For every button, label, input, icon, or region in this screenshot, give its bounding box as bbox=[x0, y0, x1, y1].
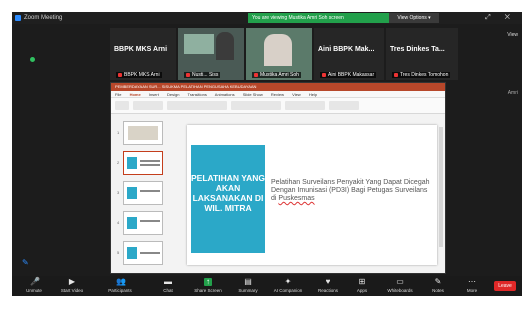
paste-button[interactable] bbox=[115, 101, 129, 110]
share-screen-button[interactable]: ↑ Share Screen bbox=[188, 277, 228, 294]
leave-button[interactable]: Leave bbox=[494, 281, 516, 291]
summary-icon: ▤ bbox=[244, 277, 252, 286]
participant-name: Aini BBPK Mak... bbox=[318, 46, 375, 53]
slide-thumbnails: 1 2 3 4 5 bbox=[115, 117, 167, 272]
slide-thumbnail[interactable]: 3 bbox=[117, 181, 163, 205]
tab-insert[interactable]: Insert bbox=[149, 92, 159, 97]
participants-button[interactable]: 👥 Participants bbox=[100, 277, 140, 294]
more-button[interactable]: ⋯ More bbox=[452, 277, 492, 294]
side-name: Amri bbox=[507, 90, 518, 96]
slide-thumbnail-selected[interactable]: 2 bbox=[117, 151, 163, 175]
viewing-banner: You are viewing Mustika Amri Soh screen bbox=[248, 13, 391, 23]
participant-name: BBPK MKS Arni bbox=[114, 46, 168, 53]
slide-underlined-word: Puskesmas bbox=[278, 195, 315, 202]
mic-icon: 🎤 bbox=[30, 277, 40, 286]
participant-tile[interactable]: Mustika Amri Soh bbox=[246, 28, 312, 80]
tab-animations[interactable]: Animations bbox=[215, 92, 235, 97]
font-group[interactable] bbox=[167, 101, 227, 110]
tab-design[interactable]: Design bbox=[167, 92, 179, 97]
slides-group[interactable] bbox=[133, 101, 163, 110]
participant-tile[interactable]: Tres Dinkes Ta... Tres Dinkes Tomohon bbox=[386, 28, 458, 80]
chat-button[interactable]: ▬ Chat bbox=[148, 277, 188, 294]
chat-icon: ▬ bbox=[164, 277, 172, 286]
paragraph-group[interactable] bbox=[231, 101, 281, 110]
status-dot-icon bbox=[30, 57, 35, 62]
participant-video bbox=[264, 34, 292, 66]
participant-label: Nusti... Siss bbox=[192, 72, 219, 78]
start-video-button[interactable]: ▶ Start Video bbox=[52, 277, 92, 294]
more-icon: ⋯ bbox=[468, 277, 476, 286]
participant-video bbox=[216, 32, 234, 60]
shared-screen[interactable]: PEMBERDAYAAN SUR... SISUKMA PELATIHAN PE… bbox=[110, 82, 446, 274]
notes-icon: ✎ bbox=[434, 277, 442, 286]
participant-tile[interactable]: Nusti... Siss bbox=[178, 28, 244, 80]
summary-button[interactable]: ▤ Summary bbox=[228, 277, 268, 294]
participant-name: Tres Dinkes Ta... bbox=[390, 46, 445, 53]
tab-transitions[interactable]: Transitions bbox=[187, 92, 206, 97]
unmute-button[interactable]: 🎤 Unmute bbox=[14, 277, 54, 294]
slide-thumbnail[interactable]: 5 bbox=[117, 241, 163, 265]
slide-body-text: Pelatihan Surveilans Penyakit Yang Dapat… bbox=[271, 179, 430, 202]
window-controls[interactable]: ⤢ ✕ bbox=[485, 12, 516, 24]
ppt-title-bar: PEMBERDAYAAN SUR... SISUKMA PELATIHAN PE… bbox=[111, 83, 445, 91]
tab-review[interactable]: Review bbox=[271, 92, 284, 97]
participant-label: Mustika Amri Soh bbox=[260, 72, 299, 78]
tab-view[interactable]: View bbox=[292, 92, 301, 97]
participant-tile[interactable]: BBPK MKS Arni BBPK MKS Arni bbox=[110, 28, 176, 80]
view-options-button[interactable]: View Options ▾ bbox=[389, 13, 439, 23]
mic-muted-icon bbox=[186, 72, 190, 77]
drawing-group[interactable] bbox=[285, 101, 325, 110]
camera-icon: ▶ bbox=[68, 277, 76, 286]
participant-tile[interactable]: Aini BBPK Mak... Aini BBPK Makassar bbox=[314, 28, 384, 80]
heart-icon: ♥ bbox=[325, 277, 331, 286]
slide-thumbnail[interactable]: 4 bbox=[117, 211, 163, 235]
whiteboards-button[interactable]: ▭ Whiteboards bbox=[380, 277, 420, 294]
slide-thumbnail[interactable]: 1 bbox=[117, 121, 163, 145]
participant-label: Tres Dinkes Tomohon bbox=[400, 72, 449, 78]
window-title: Zoom Meeting bbox=[24, 15, 63, 21]
slide-canvas[interactable]: PELATIHAN YANG AKAN LAKSANAKAN DI WIL. M… bbox=[187, 125, 437, 265]
meeting-toolbar: 🎤 Unmute ▶ Start Video 👥 Participants ▬ Chat… bbox=[12, 276, 522, 296]
whiteboard-icon: ▭ bbox=[396, 277, 404, 286]
ai-companion-button[interactable]: ✦ AI Companion bbox=[268, 277, 308, 294]
mic-muted-icon bbox=[394, 72, 398, 77]
apps-icon: ⊞ bbox=[358, 277, 366, 286]
slide-title-block: PELATIHAN YANG AKAN LAKSANAKAN DI WIL. M… bbox=[191, 145, 265, 253]
ppt-ribbon bbox=[111, 98, 445, 114]
tab-file[interactable]: File bbox=[115, 92, 121, 97]
mic-muted-icon bbox=[254, 72, 258, 77]
tab-help[interactable]: Help bbox=[309, 92, 317, 97]
participant-video bbox=[184, 34, 214, 54]
editing-group[interactable] bbox=[329, 101, 359, 110]
ppt-ribbon-tabs: File Home Insert Design Transitions Anim… bbox=[111, 91, 445, 98]
tab-slide-show[interactable]: Slide Show bbox=[243, 92, 263, 97]
people-icon: 👥 bbox=[116, 277, 126, 286]
sparkle-icon: ✦ bbox=[284, 277, 292, 286]
mic-muted-icon bbox=[322, 72, 326, 77]
share-icon: ↑ bbox=[204, 277, 212, 286]
view-button[interactable]: View bbox=[507, 32, 518, 38]
zoom-logo-icon bbox=[15, 15, 21, 21]
apps-button[interactable]: ⊞ Apps bbox=[342, 277, 382, 294]
participant-label: BBPK MKS Arni bbox=[124, 72, 160, 78]
zoom-window: Zoom Meeting ⤢ ✕ You are viewing Mustika… bbox=[12, 12, 522, 296]
vertical-scrollbar[interactable] bbox=[439, 127, 443, 247]
mic-muted-icon bbox=[118, 72, 122, 77]
pen-icon[interactable]: ✎ bbox=[22, 258, 29, 267]
participant-label: Aini BBPK Makassar bbox=[328, 72, 375, 78]
